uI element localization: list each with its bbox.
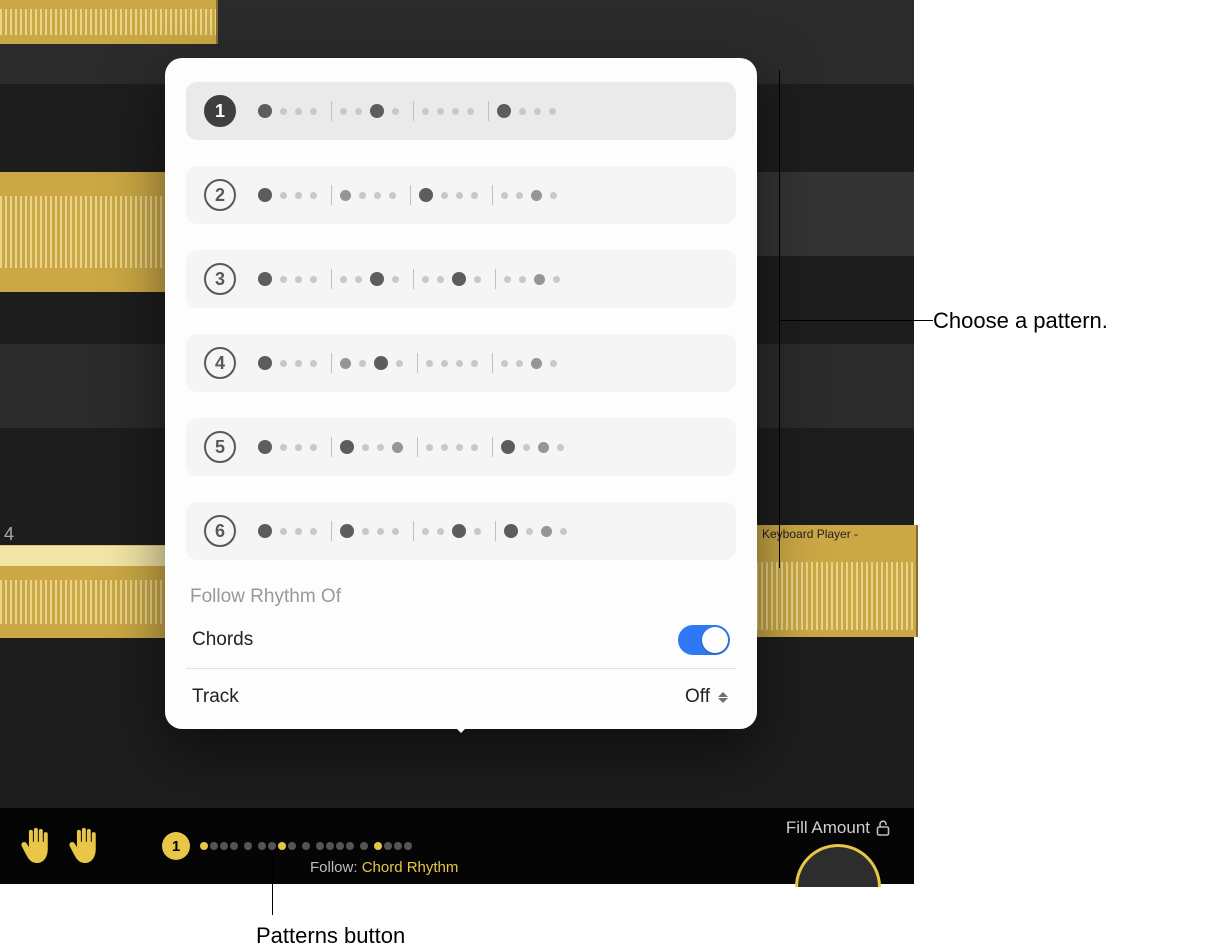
pattern-dots: [258, 101, 562, 121]
pattern-row[interactable]: 6: [186, 502, 736, 560]
audio-region[interactable]: [0, 172, 170, 292]
patterns-popover: 1 2 3 4 5 6 Follow Rhythm Of Chords Track Off: [165, 58, 757, 729]
follow-track-row: Track Off: [186, 668, 736, 725]
follow-rhythm-title: Follow Rhythm Of: [186, 586, 736, 608]
pattern-dots: [258, 521, 573, 541]
pattern-number: 3: [204, 263, 236, 295]
updown-icon: [716, 687, 730, 708]
callout-choose-pattern: Choose a pattern.: [933, 308, 1108, 334]
region-name: Keyboard Player -: [762, 527, 858, 541]
pattern-row[interactable]: 1: [186, 82, 736, 140]
follow-track-value: Off: [685, 686, 710, 708]
pattern-row[interactable]: 4: [186, 334, 736, 392]
pattern-row[interactable]: 2: [186, 166, 736, 224]
follow-summary: Follow: Chord Rhythm: [310, 859, 458, 876]
fill-amount-control[interactable]: Fill Amount: [786, 818, 890, 887]
fill-amount-label: Fill Amount: [786, 818, 870, 838]
pattern-dots: [258, 437, 570, 457]
pattern-row[interactable]: 5: [186, 418, 736, 476]
audio-region[interactable]: [0, 0, 218, 44]
pattern-number: 5: [204, 431, 236, 463]
follow-chords-label: Chords: [192, 629, 253, 651]
fill-amount-knob[interactable]: [795, 844, 881, 887]
unlock-icon: [876, 820, 890, 836]
left-hand-icon[interactable]: [12, 820, 60, 872]
pattern-number: 6: [204, 515, 236, 547]
pattern-number: 1: [204, 95, 236, 127]
pattern-dots: [258, 353, 563, 373]
pattern-preview: [200, 842, 412, 850]
follow-chords-switch[interactable]: [678, 625, 730, 655]
right-hand-icon[interactable]: [60, 820, 108, 872]
pattern-number: 4: [204, 347, 236, 379]
pattern-number-badge: 1: [162, 832, 190, 860]
pattern-dots: [258, 269, 566, 289]
session-player-bar: 1 Follow: Chord Rhythm Fill Amount: [0, 808, 914, 884]
pattern-row[interactable]: 3: [186, 250, 736, 308]
follow-track-label: Track: [192, 686, 239, 708]
follow-chords-row: Chords: [186, 612, 736, 668]
pattern-number: 2: [204, 179, 236, 211]
ruler-tick-label: 4: [4, 524, 14, 545]
follow-track-select[interactable]: Off: [685, 686, 730, 708]
pattern-dots: [258, 185, 563, 205]
callout-patterns-button: Patterns button: [256, 923, 405, 949]
midi-region[interactable]: Keyboard Player -: [756, 525, 918, 637]
patterns-button[interactable]: 1: [162, 832, 412, 860]
